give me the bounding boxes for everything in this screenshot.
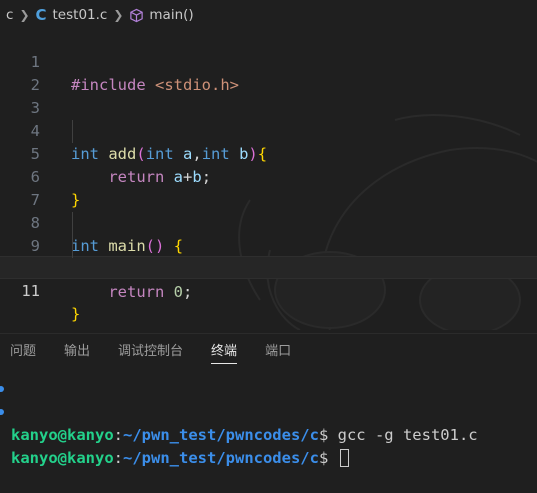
indent-guide <box>72 212 73 258</box>
code-line: 3 <box>0 74 537 117</box>
c-file-icon: C <box>35 6 47 24</box>
panel-tabs: 问题 输出 调试控制台 终端 端口 <box>0 334 537 370</box>
code-line: 8 int main() { <box>0 189 537 255</box>
command-decoration-icon[interactable] <box>0 386 4 392</box>
terminal[interactable]: kanyo@kanyo:~/pwn_test/pwncodes/c$ gcc -… <box>0 378 537 467</box>
code-line: 2 <box>0 51 537 94</box>
indent-guide <box>72 120 73 143</box>
chevron-right-icon: ❯ <box>19 8 30 22</box>
prompt-path: ~/pwn_test/pwncodes/c <box>123 426 319 444</box>
tab-ports[interactable]: 端口 <box>265 334 291 370</box>
tab-terminal[interactable]: 终端 <box>211 334 238 370</box>
breadcrumb-file-label: test01.c <box>52 7 108 23</box>
line-number: 11 <box>21 282 40 300</box>
breadcrumb-folder[interactable]: c <box>6 7 13 23</box>
terminal-line: kanyo@kanyo:~/pwn_test/pwncodes/c$ gcc -… <box>0 378 537 444</box>
prompt-dollar: $ <box>318 426 329 444</box>
tab-output[interactable]: 输出 <box>64 334 90 370</box>
prompt-path: ~/pwn_test/pwncodes/c <box>123 449 319 467</box>
terminal-input <box>328 449 337 467</box>
number-literal: 0 <box>173 283 184 301</box>
terminal-command: gcc -g test01.c <box>328 426 478 444</box>
command-decoration-icon[interactable] <box>0 409 4 415</box>
brace: } <box>71 305 81 323</box>
code-editor[interactable]: 1 #include <stdio.h> 2 3 4 int add(int a… <box>0 28 537 328</box>
prompt-dollar: $ <box>318 449 329 467</box>
tab-problems[interactable]: 问题 <box>10 334 36 370</box>
code-line: 10 return 0; <box>0 235 537 301</box>
prompt-colon: : <box>113 449 123 467</box>
prompt-user: kanyo@kanyo <box>11 449 114 467</box>
code-line: 4 int add(int a,int b){ <box>0 97 537 163</box>
terminal-line: kanyo@kanyo:~/pwn_test/pwncodes/c$ <box>0 401 537 467</box>
breadcrumb-symbol-label: main() <box>149 7 194 23</box>
tab-debug-console[interactable]: 调试控制台 <box>118 334 183 370</box>
breadcrumb-symbol[interactable]: main() <box>129 7 194 23</box>
cube-icon <box>130 8 144 22</box>
code-line: 1 #include <stdio.h> <box>0 28 537 94</box>
semicolon: ; <box>183 283 193 301</box>
prompt-colon: : <box>113 426 123 444</box>
breadcrumb-folder-label: c <box>6 7 14 23</box>
return-keyword: return <box>108 283 165 301</box>
code-line-current: 11 } <box>0 256 537 323</box>
code-line: 5 return a+b; <box>0 120 537 186</box>
breadcrumb-file[interactable]: C test01.c <box>36 6 108 24</box>
breadcrumb: c ❯ C test01.c ❯ main() <box>0 0 537 30</box>
code-line: 6 } <box>0 143 537 209</box>
code-line: 7 <box>0 166 537 209</box>
code-line: 9 add(10,20); <box>0 212 537 278</box>
terminal-cursor <box>339 449 349 467</box>
chevron-right-icon: ❯ <box>113 8 124 22</box>
